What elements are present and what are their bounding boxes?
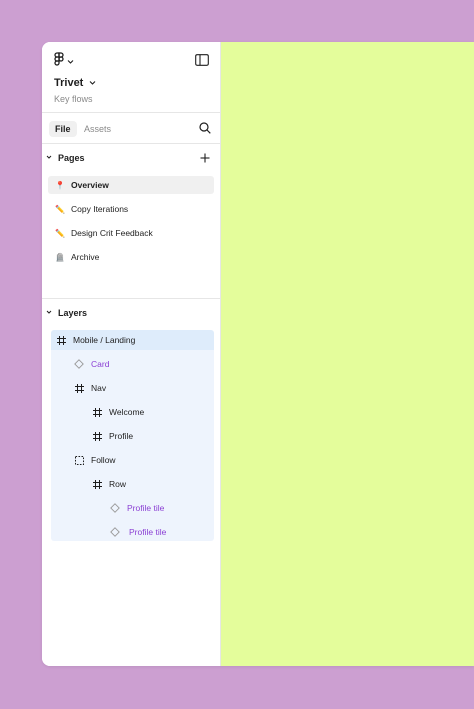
frame-icon — [92, 431, 102, 441]
component-instance-icon — [74, 359, 84, 369]
tab-file[interactable]: File — [49, 121, 77, 137]
headstone-icon: 🪦 — [55, 252, 65, 262]
layer-row-follow[interactable]: Follow — [51, 450, 214, 470]
page-item-design-crit-feedback[interactable]: ✏️ Design Crit Feedback — [48, 224, 214, 242]
layer-row-nav[interactable]: Nav — [51, 378, 214, 398]
group-icon — [74, 455, 84, 465]
pin-icon: 📍 — [55, 180, 65, 190]
page-label: Copy Iterations — [71, 204, 129, 214]
frame-icon — [74, 383, 84, 393]
file-header: Trivet Key flows — [42, 42, 220, 113]
frame-icon — [56, 335, 66, 345]
chevron-down-icon — [89, 77, 96, 89]
main-menu-button[interactable] — [54, 51, 74, 71]
pages-section-header[interactable]: Pages — [42, 150, 220, 166]
file-title-button[interactable]: Trivet — [54, 77, 96, 89]
layer-row-card[interactable]: Card — [51, 354, 214, 374]
layer-label: Profile tile — [127, 503, 165, 513]
layer-label: Mobile / Landing — [73, 335, 136, 345]
section-divider — [42, 298, 220, 299]
component-instance-icon — [110, 503, 120, 513]
layer-label: Follow — [91, 455, 116, 465]
sidebar-panel-icon[interactable] — [194, 52, 210, 68]
component-instance-icon — [110, 527, 120, 537]
layer-label: Card — [91, 359, 110, 369]
layer-label: Welcome — [109, 407, 145, 417]
plus-icon[interactable] — [198, 151, 212, 165]
left-sidebar: Trivet Key flows File Assets Pages 📍 Ove… — [42, 42, 221, 666]
layer-label: Nav — [91, 383, 107, 393]
layer-row-profile-tile[interactable]: Profile tile — [51, 522, 214, 542]
layer-label: Profile tile — [129, 527, 167, 537]
page-label: Design Crit Feedback — [71, 228, 153, 238]
layer-label: Row — [109, 479, 127, 489]
page-item-copy-iterations[interactable]: ✏️ Copy Iterations — [48, 200, 214, 218]
layer-row-profile[interactable]: Profile — [51, 426, 214, 446]
file-title: Trivet — [54, 77, 84, 89]
chevron-down-icon — [46, 154, 54, 162]
layers-section-header[interactable]: Layers — [42, 305, 220, 321]
figma-logo-icon — [54, 51, 64, 71]
chevron-down-icon — [46, 309, 54, 317]
pencil-icon: ✏️ — [55, 228, 65, 238]
file-subtitle: Key flows — [54, 94, 93, 104]
frame-icon — [92, 407, 102, 417]
layer-row-row[interactable]: Row — [51, 474, 214, 494]
figma-window: Trivet Key flows File Assets Pages 📍 Ove… — [42, 42, 474, 666]
layer-label: Profile — [109, 431, 134, 441]
pencil-icon: ✏️ — [55, 204, 65, 214]
page-label: Overview — [71, 180, 109, 190]
page-item-overview[interactable]: 📍 Overview — [48, 176, 214, 194]
layers-title: Layers — [58, 308, 88, 318]
page-item-archive[interactable]: 🪦 Archive — [48, 248, 214, 266]
tab-bar: File Assets — [42, 113, 220, 144]
frame-icon — [92, 479, 102, 489]
chevron-down-icon — [67, 52, 74, 70]
search-icon[interactable] — [198, 121, 212, 135]
tab-assets[interactable]: Assets — [78, 121, 117, 137]
layer-row-welcome[interactable]: Welcome — [51, 402, 214, 422]
page-label: Archive — [71, 252, 100, 262]
layer-row-profile-tile[interactable]: Profile tile — [51, 498, 214, 518]
pages-title: Pages — [58, 153, 85, 163]
layer-row-mobile-landing[interactable]: Mobile / Landing — [51, 330, 214, 350]
design-canvas[interactable] — [221, 42, 474, 666]
